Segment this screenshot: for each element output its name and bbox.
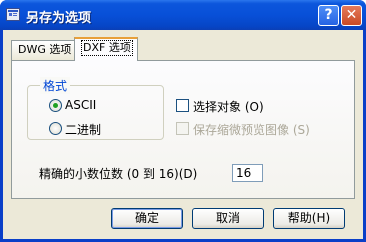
- app-icon: [6, 8, 20, 21]
- precision-input[interactable]: 16: [232, 164, 263, 182]
- cancel-button[interactable]: 取消: [192, 208, 264, 229]
- help-icon: ?: [324, 7, 333, 23]
- tab-dxf-options[interactable]: DXF 选项: [74, 37, 138, 61]
- close-button[interactable]: ✕: [341, 5, 362, 26]
- select-objects-checkbox[interactable]: [176, 99, 189, 112]
- tab-dwg-label: DWG 选项: [18, 43, 72, 56]
- binary-radio-label[interactable]: 二进制: [65, 121, 101, 138]
- help-button[interactable]: 帮助(H): [273, 208, 345, 229]
- ascii-radio[interactable]: [49, 99, 62, 112]
- dialog-body: DWG 选项 DXF 选项 格式 ASCII 二进制 选择对象 (O) 保存缩微…: [3, 30, 363, 239]
- select-objects-label[interactable]: 选择对象 (O): [193, 98, 264, 115]
- binary-radio[interactable]: [49, 122, 62, 135]
- save-thumbnail-label: 保存缩微预览图像 (S): [193, 123, 310, 137]
- format-group-title: 格式: [40, 77, 71, 94]
- tab-dwg-options[interactable]: DWG 选项: [11, 40, 75, 60]
- tab-dxf-label: DXF 选项: [81, 40, 133, 56]
- save-thumbnail-checkbox[interactable]: [176, 122, 189, 135]
- save-as-options-dialog: 另存为选项 ? ✕ DWG 选项 DXF 选项 格式 ASCII 二进制 选择对…: [0, 0, 366, 242]
- title-bar[interactable]: 另存为选项 ? ✕: [0, 0, 366, 30]
- close-icon: ✕: [345, 7, 358, 23]
- radio-selected-dot: [53, 103, 58, 108]
- ok-button[interactable]: 确定: [111, 208, 183, 229]
- precision-label: 精确的小数位数 (0 到 16)(D): [39, 167, 198, 181]
- help-title-button[interactable]: ?: [318, 5, 339, 26]
- window-title: 另存为选项: [26, 11, 92, 26]
- ascii-radio-label[interactable]: ASCII: [65, 98, 96, 112]
